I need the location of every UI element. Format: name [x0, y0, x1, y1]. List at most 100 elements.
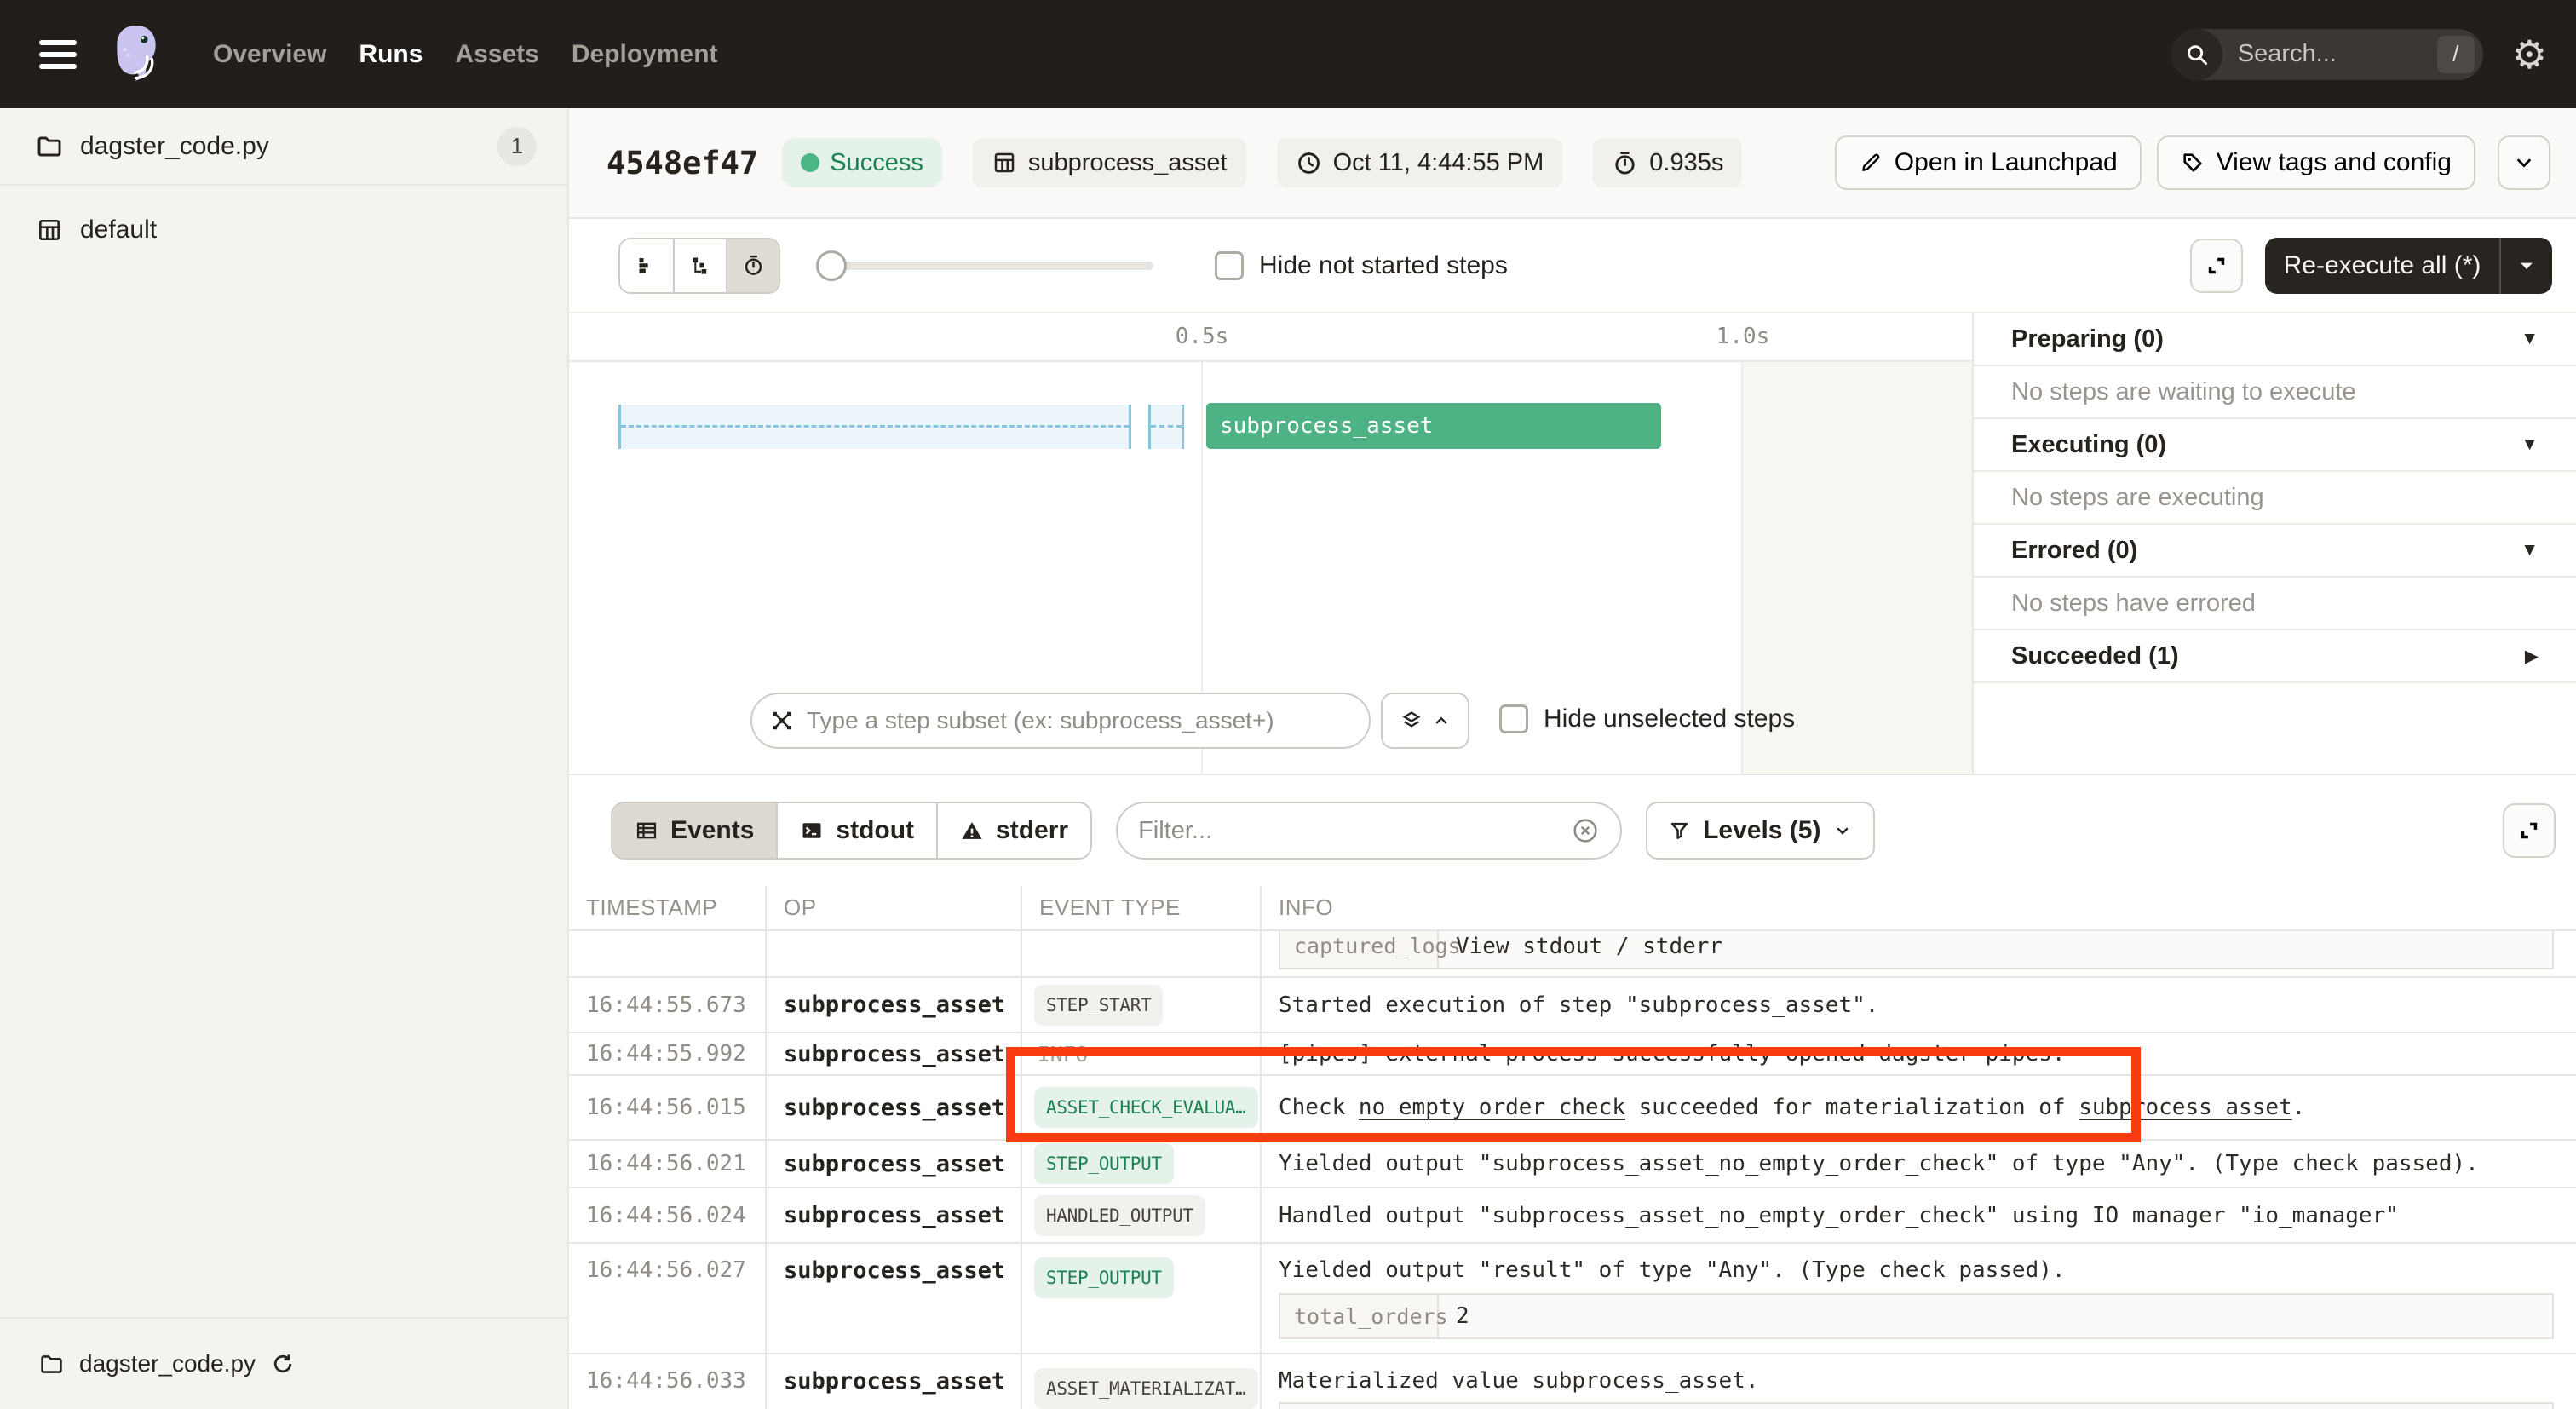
sidebar-item-default-job[interactable]: default	[0, 206, 567, 254]
log-event-type-cell: STEP_OUTPUT	[1022, 1141, 1262, 1187]
status-section-header[interactable]: Succeeded (1)▶	[1974, 630, 2576, 683]
hide-not-started-checkbox-row[interactable]: Hide not started steps	[1215, 251, 1508, 280]
tab-label: stderr	[996, 816, 1068, 845]
metadata-table: captured_logsView stdout / stderr	[1279, 931, 2554, 969]
status-section-header[interactable]: Errored (0)▼	[1974, 525, 2576, 578]
nav-item-deployment[interactable]: Deployment	[572, 40, 718, 69]
sidebar-code-location[interactable]: dagster_code.py 1	[0, 108, 567, 186]
re-execute-caret-icon[interactable]	[2501, 256, 2552, 275]
clear-filter-icon[interactable]	[1571, 816, 1600, 845]
log-row[interactable]: 16:44:55.992subprocess_assetINFO[pipes] …	[569, 1033, 2576, 1076]
log-row[interactable]: 16:44:56.021subprocess_assetSTEP_OUTPUT Y…	[569, 1141, 2576, 1188]
log-event-type-cell: STEP_START	[1022, 978, 1262, 1032]
event-log-table: TIMESTAMPOPEVENT TYPEINFO captured_logsV…	[569, 886, 2576, 1409]
gantt-fullscreen-button[interactable]	[2190, 239, 2243, 293]
reload-icon[interactable]	[271, 1352, 295, 1376]
dagster-logo[interactable]	[107, 22, 165, 87]
gantt-timeline-area: 0.5s 1.0s subprocess_asset Type a step s…	[569, 313, 1972, 774]
event-type-badge: ASSET_MATERIALIZAT…	[1034, 1368, 1258, 1409]
hide-unselected-checkbox[interactable]	[1499, 704, 1528, 733]
log-timestamp: 16:44:56.021	[569, 1141, 767, 1187]
open-in-launchpad-button[interactable]: Open in Launchpad	[1835, 135, 2142, 190]
log-message-text: [pipes] external process successfully op…	[1279, 1041, 2066, 1067]
sidebar-footer-code-location: dagster_code.py	[0, 1317, 567, 1409]
log-row[interactable]: captured_logsView stdout / stderr	[569, 931, 2576, 978]
pencil-icon	[1859, 151, 1883, 175]
hide-unselected-checkbox-row[interactable]: Hide unselected steps	[1499, 704, 1795, 733]
log-op-name: subprocess_asset	[767, 1141, 1022, 1187]
settings-gear-icon[interactable]: ⚙	[2512, 35, 2547, 74]
tag-icon	[2181, 151, 2205, 175]
log-message: Yielded output "result" of type "Any". (…	[1279, 1256, 2554, 1285]
waterfall-view-icon[interactable]	[673, 239, 726, 292]
status-section-header[interactable]: Preparing (0)▼	[1974, 313, 2576, 366]
log-message-text: Yielded output "subprocess_asset_no_empt…	[1279, 1151, 2479, 1176]
run-header-more-chevron-button[interactable]	[2498, 135, 2550, 190]
log-op-name	[767, 931, 1022, 976]
search-input[interactable]: Search... /	[2171, 29, 2483, 80]
tab-stdout[interactable]: stdout	[776, 803, 936, 858]
status-section-header[interactable]: Executing (0)▼	[1974, 419, 2576, 472]
gantt-view-mode-toggle	[618, 238, 780, 294]
metadata-key: captured_logs	[1280, 931, 1439, 968]
main-content: 4548ef47 Success subprocess_asset Oct 11…	[569, 108, 2576, 1409]
log-message: Check no_empty_order_check succeeded for…	[1279, 1093, 2305, 1122]
re-execute-all-button[interactable]: Re-execute all (*)	[2265, 238, 2552, 294]
folder-icon	[36, 133, 63, 160]
metadata-value[interactable]: View stdout / stderr	[1439, 931, 1739, 968]
hamburger-menu-icon[interactable]	[39, 40, 77, 69]
flat-view-icon[interactable]	[620, 239, 673, 292]
job-grid-icon	[36, 216, 63, 244]
slider-track[interactable]	[816, 262, 1153, 270]
nav-item-runs[interactable]: Runs	[359, 40, 423, 69]
log-filter-input[interactable]: Filter...	[1116, 802, 1622, 860]
gantt-chart: 0.5s 1.0s subprocess_asset Type a step s…	[569, 313, 2576, 775]
log-message-text: Handled output "subprocess_asset_no_empt…	[1279, 1203, 2399, 1228]
log-message: Materialized value subprocess_asset.	[1279, 1366, 2554, 1395]
log-fullscreen-button[interactable]	[2503, 803, 2556, 858]
gantt-zoom-slider[interactable]	[816, 250, 1153, 281]
gantt-step-bar[interactable]: subprocess_asset	[1206, 403, 1661, 449]
tab-stderr[interactable]: stderr	[936, 803, 1090, 858]
graph-icon	[769, 708, 795, 733]
left-sidebar: dagster_code.py 1 default dagster_code.p…	[0, 108, 569, 1409]
primary-nav: Overview Runs Assets Deployment	[213, 40, 718, 69]
log-timestamp: 16:44:56.027	[569, 1244, 767, 1353]
levels-filter-button[interactable]: Levels (5)	[1646, 802, 1875, 860]
axis-tick-0-5s: 0.5s	[1159, 324, 1245, 349]
log-message-link[interactable]: subprocess_asset	[2079, 1095, 2291, 1120]
code-location-name: dagster_code.py	[80, 132, 269, 161]
log-timestamp: 16:44:56.015	[569, 1076, 767, 1139]
log-row[interactable]: 16:44:56.015subprocess_assetASSET_CHECK_…	[569, 1076, 2576, 1141]
tab-events[interactable]: Events	[612, 803, 776, 858]
metadata-value[interactable]: 2	[1439, 1295, 1486, 1337]
log-row[interactable]: 16:44:56.024subprocess_assetHANDLED_OUTP…	[569, 1188, 2576, 1244]
caret-down-icon: ▼	[2521, 434, 2539, 455]
hide-not-started-checkbox[interactable]	[1215, 251, 1244, 280]
filter-placeholder: Filter...	[1138, 817, 1571, 845]
timed-view-icon[interactable]	[726, 239, 779, 292]
metadata-row: total_orders2	[1280, 1295, 2552, 1337]
log-row[interactable]: 16:44:56.033subprocess_assetASSET_MATERI…	[569, 1354, 2576, 1409]
log-info-cell: Check no_empty_order_check succeeded for…	[1262, 1076, 2576, 1139]
step-subset-input[interactable]: Type a step subset (ex: subprocess_asset…	[750, 693, 1371, 749]
status-section-body: No steps are executing	[1974, 472, 2576, 525]
layers-icon	[1400, 709, 1423, 733]
nav-item-overview[interactable]: Overview	[213, 40, 326, 69]
asset-chip[interactable]: subprocess_asset	[973, 138, 1246, 187]
search-shortcut-key: /	[2437, 36, 2475, 73]
duration-chip: 0.935s	[1593, 138, 1742, 187]
slider-knob[interactable]	[816, 250, 847, 281]
layers-button[interactable]	[1381, 693, 1469, 749]
search-placeholder: Search...	[2238, 40, 2437, 68]
log-row[interactable]: 16:44:55.673subprocess_assetSTEP_STARTSt…	[569, 978, 2576, 1033]
log-op-name: subprocess_asset	[767, 978, 1022, 1032]
nav-item-assets[interactable]: Assets	[455, 40, 538, 69]
caret-down-icon: ▼	[2521, 329, 2539, 349]
view-tags-config-button[interactable]: View tags and config	[2157, 135, 2475, 190]
caret-right-icon: ▶	[2525, 646, 2539, 667]
step-status-panel: Preparing (0)▼No steps are waiting to ex…	[1972, 313, 2576, 774]
log-message-link[interactable]: no_empty_order_check	[1359, 1095, 1625, 1120]
log-row[interactable]: 16:44:56.027subprocess_assetSTEP_OUTPUTY…	[569, 1244, 2576, 1354]
log-tabs: Eventsstdout stderr	[611, 802, 1092, 860]
